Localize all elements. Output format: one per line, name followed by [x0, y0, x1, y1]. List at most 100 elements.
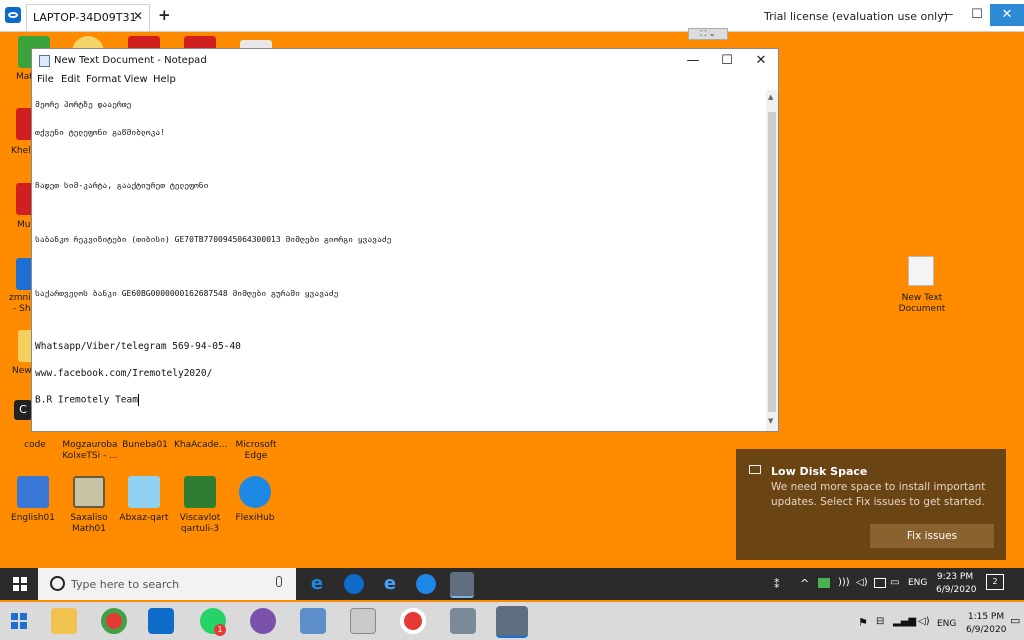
desktop-label-mu: Mu: [17, 220, 31, 230]
desktop-label-code[interactable]: code: [22, 440, 48, 451]
remote-clock-date[interactable]: 6/9/2020: [936, 585, 976, 595]
notepad-title: New Text Document - Notepad: [54, 55, 207, 66]
chevron-up-icon[interactable]: ^: [800, 577, 809, 590]
edge-taskbar-icon[interactable]: e: [307, 574, 327, 594]
toolbar-toggle-button[interactable]: ⛶ ⌄: [688, 28, 728, 40]
text-line: თქვენი ტელეფონი გაწმიბლოკა!: [35, 128, 166, 137]
local-volume-icon[interactable]: ◁): [918, 616, 930, 627]
chrome-icon[interactable]: [101, 608, 127, 634]
remote-search-box[interactable]: Type here to search: [38, 568, 296, 600]
remote-language[interactable]: ENG: [908, 578, 927, 588]
volume-icon[interactable]: ◁): [856, 577, 868, 588]
notepad-minimize-button[interactable]: —: [676, 51, 710, 71]
notepad-vertical-scrollbar[interactable]: ▲ ▼: [766, 90, 778, 431]
desktop-icon-new-text-document[interactable]: [908, 256, 934, 286]
session-tab[interactable]: LAPTOP-34D09T31 ✕: [26, 4, 150, 31]
scroll-thumb[interactable]: [768, 112, 776, 412]
text-line: Whatsapp/Viber/telegram 569-94-05-40: [35, 341, 241, 352]
search-placeholder: Type here to search: [71, 578, 180, 591]
local-clock-date[interactable]: 6/9/2020: [966, 625, 1006, 635]
menu-file[interactable]: File: [37, 74, 54, 85]
desktop-icon-c[interactable]: C: [14, 400, 32, 420]
desktop-label-abxaz-qart[interactable]: Abxaz-qart: [118, 513, 170, 524]
remote-clock-time[interactable]: 9:23 PM: [936, 572, 974, 582]
desktop-icon-viscavlot[interactable]: [184, 476, 216, 508]
desktop-icon-abxaz-qart[interactable]: [128, 476, 160, 508]
menu-format[interactable]: Format: [86, 74, 121, 85]
signal-icon[interactable]: ▂▄▆: [893, 616, 916, 627]
minimize-button[interactable]: —: [932, 4, 962, 26]
toast-body: We need more space to install important …: [771, 481, 986, 508]
desktop-label-buneba01[interactable]: Buneba01: [122, 440, 168, 451]
toast-title: Low Disk Space: [771, 465, 868, 478]
recycle-bin-icon[interactable]: [450, 608, 476, 634]
maximize-button[interactable]: ☐: [962, 4, 992, 26]
local-language[interactable]: ENG: [937, 619, 956, 629]
calculator-icon[interactable]: [350, 608, 376, 634]
close-window-button[interactable]: ✕: [990, 4, 1024, 26]
desktop-label-edge[interactable]: Microsoft Edge: [232, 440, 280, 462]
network-icon[interactable]: ⊟: [876, 616, 884, 627]
search-icon: [50, 576, 65, 591]
desktop-icon-english01[interactable]: [17, 476, 49, 508]
whatsapp-badge: 1: [214, 624, 226, 636]
local-start-icon[interactable]: [11, 613, 27, 629]
low-disk-space-notification[interactable]: Low Disk Space We need more space to ins…: [736, 449, 1006, 560]
notepad-text-area[interactable]: მეორე პორტზე დააერთე თქვენი ტელეფონი გაწ…: [32, 90, 766, 431]
viber-icon[interactable]: [250, 608, 276, 634]
action-center-icon[interactable]: 2: [986, 574, 1004, 590]
notepad-taskbar-icon[interactable]: [450, 572, 474, 598]
flexihub-taskbar-icon[interactable]: [416, 574, 436, 594]
teamviewer-logo-icon[interactable]: [5, 7, 21, 23]
notepad-window: New Text Document - Notepad — ☐ ✕ File E…: [31, 48, 779, 432]
desktop-label-flexihub[interactable]: FlexiHub: [231, 513, 279, 524]
file-explorer-icon[interactable]: [51, 608, 77, 634]
desktop-label-viscavlot[interactable]: Viscavlot qartuli-3: [174, 513, 226, 535]
keyboard-icon[interactable]: ▭: [890, 577, 899, 588]
menu-view[interactable]: View: [124, 74, 148, 85]
desktop-label-khaacademy[interactable]: KhaAcade...: [174, 440, 227, 451]
notepad-local-icon[interactable]: [496, 606, 528, 638]
notepad-maximize-button[interactable]: ☐: [710, 51, 744, 71]
tray-app-icon[interactable]: [818, 578, 830, 588]
text-line: საქართველოს ბანკი GE60BG0000000162687548…: [35, 289, 339, 298]
battery-icon[interactable]: [874, 578, 886, 588]
scroll-up-icon[interactable]: ▲: [768, 93, 773, 101]
session-tab-label: LAPTOP-34D09T31: [33, 11, 137, 24]
ie-taskbar-icon[interactable]: e: [380, 574, 400, 594]
notepad-titlebar[interactable]: New Text Document - Notepad — ☐ ✕: [32, 49, 778, 73]
close-tab-icon[interactable]: ✕: [133, 9, 143, 23]
notepad-menubar: File Edit Format View Help: [32, 73, 778, 90]
flag-icon[interactable]: ⚑: [858, 616, 868, 629]
text-line: ჩადეთ სიმ-კარტა, გააქტიურეთ ტელეფონი: [35, 181, 209, 190]
text-line: მეორე პორტზე დააერთე: [35, 100, 132, 109]
desktop-label-mogzauroba[interactable]: Mogzauroba KolxeTSi - ...: [60, 440, 120, 462]
desktop-icon-saxaliso-math01[interactable]: [73, 476, 105, 508]
remote-start-icon[interactable]: [13, 577, 27, 591]
text-line: B.R Iremotely Team: [35, 394, 138, 406]
text-caret: [137, 394, 139, 406]
desktop-icon-flexihub[interactable]: [239, 476, 271, 508]
new-tab-button[interactable]: +: [158, 6, 171, 24]
local-clock-time[interactable]: 1:15 PM: [966, 612, 1006, 622]
menu-help[interactable]: Help: [153, 74, 176, 85]
scroll-down-icon[interactable]: ▼: [768, 417, 773, 425]
control-panel-icon[interactable]: [300, 608, 326, 634]
notepad-close-button[interactable]: ✕: [744, 51, 778, 71]
desktop-label-zmni: zmni: [9, 293, 31, 303]
microphone-icon[interactable]: [276, 576, 282, 587]
disk-icon: [749, 465, 761, 474]
text-line: www.facebook.com/Iremotely2020/: [35, 368, 213, 379]
local-notification-icon[interactable]: ▭: [1010, 614, 1020, 627]
menu-edit[interactable]: Edit: [61, 74, 80, 85]
people-icon[interactable]: ⁑: [774, 578, 780, 591]
teamviewer-local-icon[interactable]: [148, 608, 174, 634]
desktop-label-english01[interactable]: English01: [10, 513, 56, 524]
teamviewer-taskbar-icon[interactable]: [344, 574, 364, 594]
fix-issues-button[interactable]: Fix issues: [870, 524, 994, 548]
desktop-label-new-text-document[interactable]: New Text Document: [894, 293, 950, 315]
desktop-label-saxaliso-math01[interactable]: Saxaliso Math01: [64, 513, 114, 535]
recorder-icon[interactable]: [400, 608, 426, 634]
notepad-icon: [39, 55, 50, 67]
wifi-icon[interactable]: ))): [838, 577, 850, 588]
